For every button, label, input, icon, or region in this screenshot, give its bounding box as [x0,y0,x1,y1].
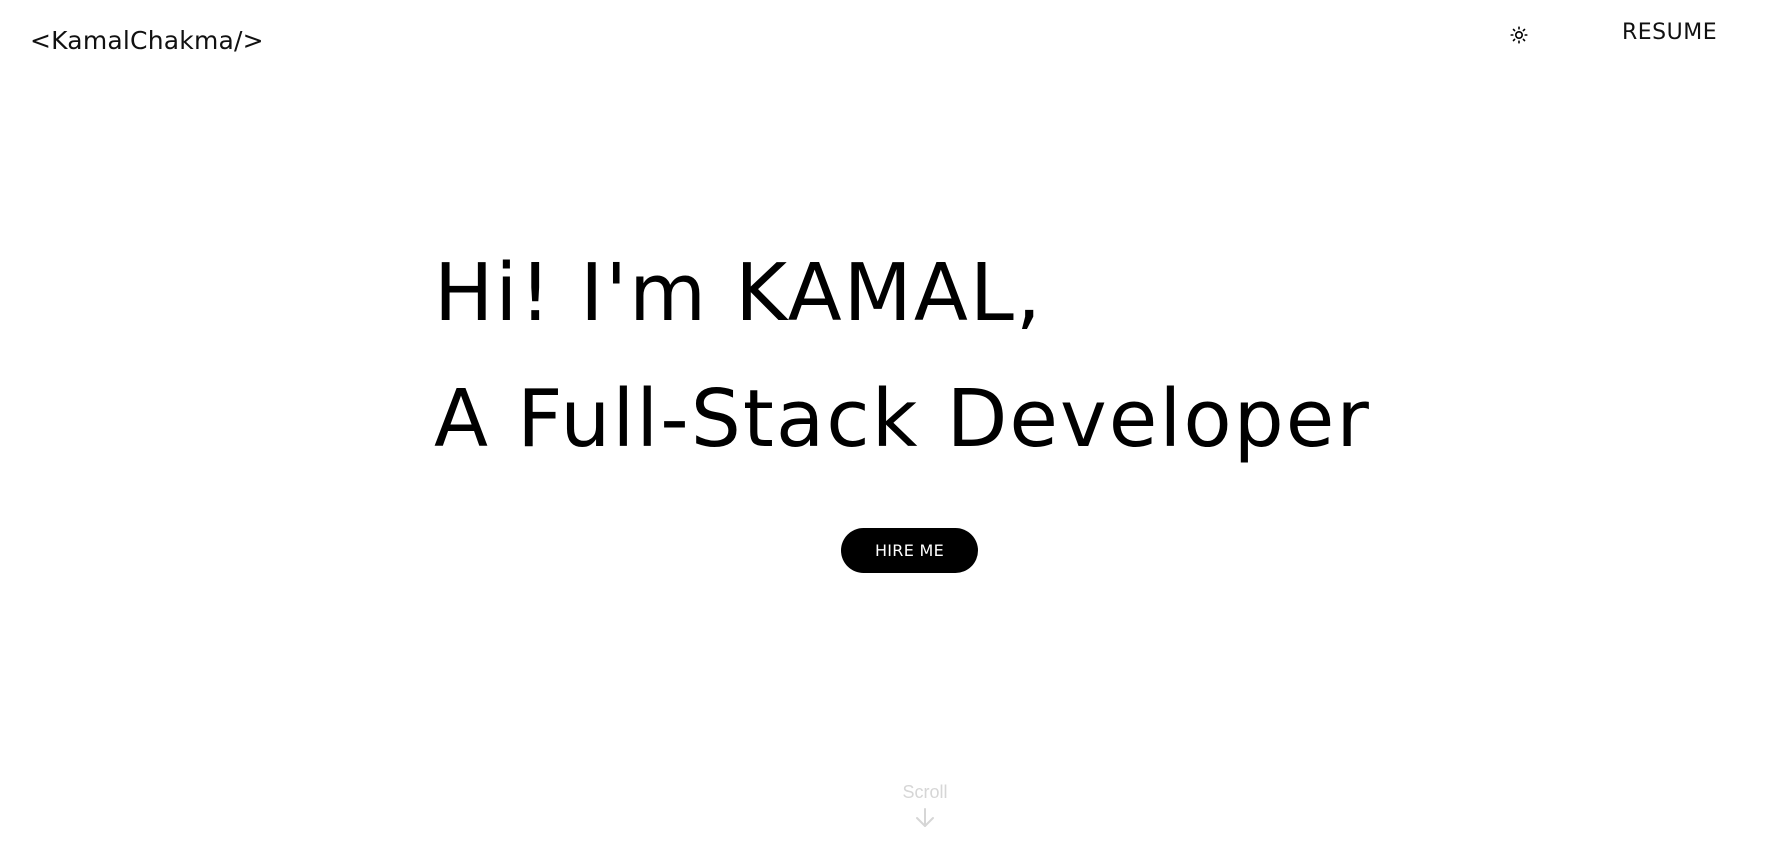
hero-heading: Hi! I'm KAMAL, A Full-Stack Developer [434,230,1371,482]
scroll-label: Scroll [902,782,948,802]
page: <KamalChakma/> RESUME Hi! I'm KAMAL, A F… [0,0,1782,865]
hire-me-button[interactable]: HIRE ME [841,528,978,573]
resume-link[interactable]: RESUME [1622,20,1717,45]
theme-toggle-button[interactable] [1508,24,1530,46]
sun-icon [1510,26,1528,44]
hero-greeting: Hi! I'm KAMAL, [434,247,1044,339]
scroll-indicator[interactable]: Scroll [885,782,965,829]
hero-role: A Full-Stack Developer [434,373,1371,465]
arrow-down-icon [916,808,934,827]
site-logo[interactable]: <KamalChakma/> [30,26,264,55]
